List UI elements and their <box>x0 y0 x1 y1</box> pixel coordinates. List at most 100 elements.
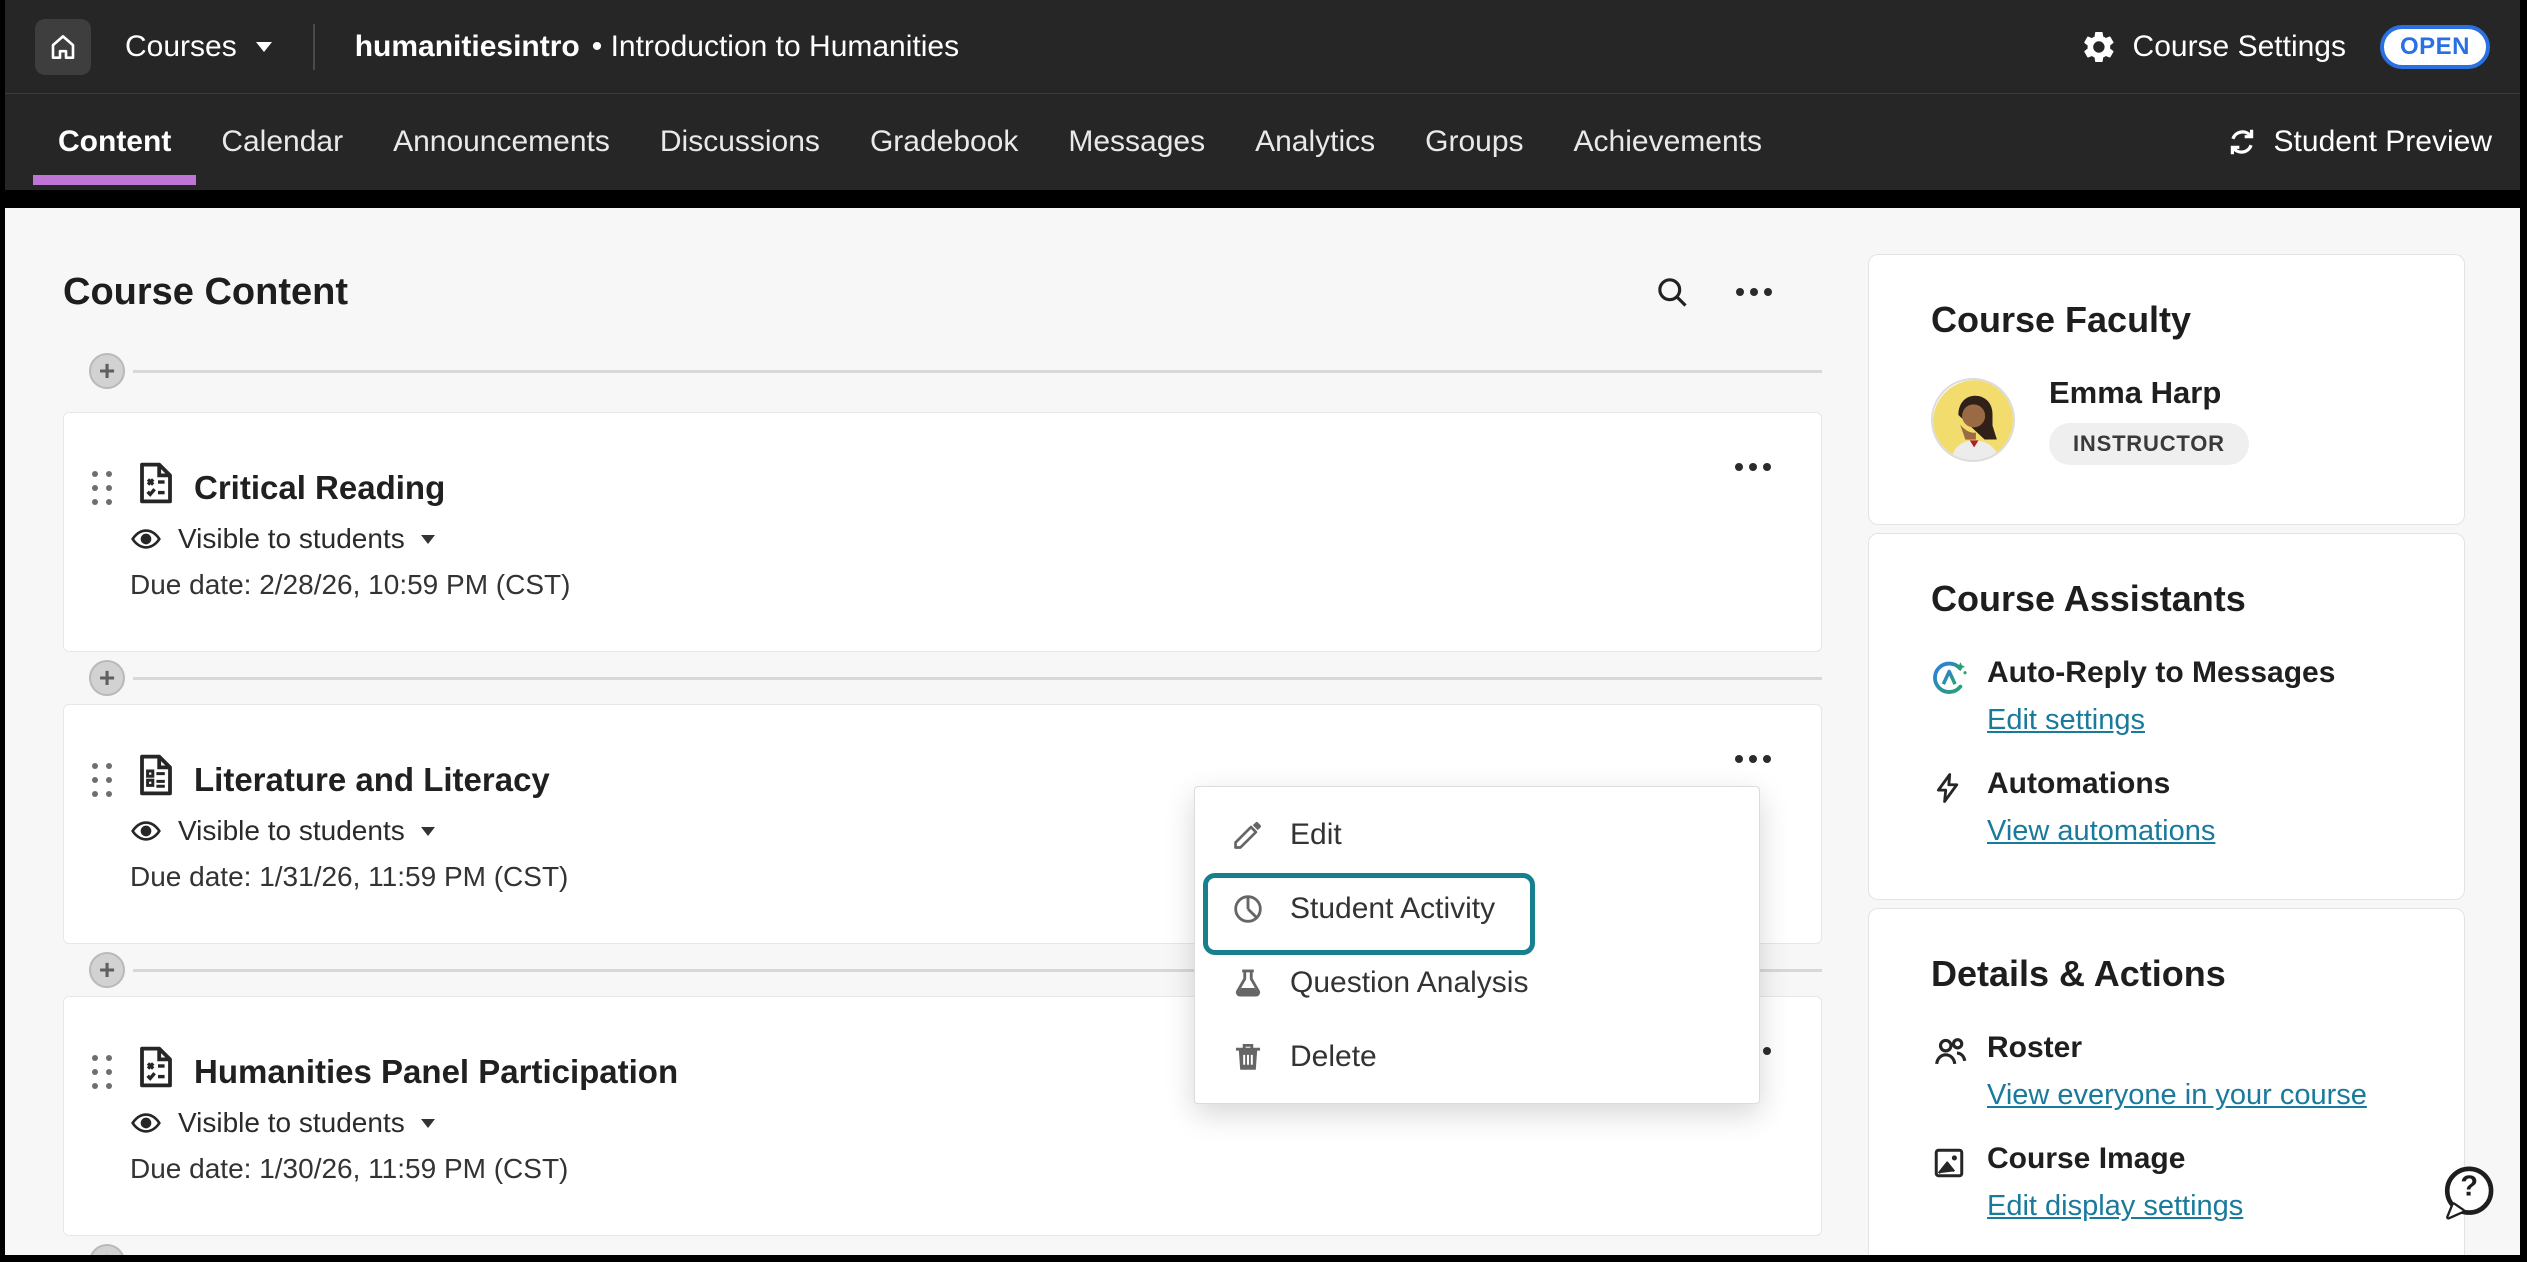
detail-roster: Roster View everyone in your course <box>1931 1031 2402 1112</box>
home-button[interactable] <box>35 19 91 75</box>
section-heading: Details & Actions <box>1931 953 2402 995</box>
course-faculty-section: Course Faculty Emma Harp INSTRUCTOR <box>1868 254 2465 525</box>
open-status-badge: OPEN <box>2380 25 2490 69</box>
courses-label: Courses <box>125 30 237 64</box>
tab-calendar[interactable]: Calendar <box>196 94 368 190</box>
add-content-button[interactable]: + <box>89 1244 125 1255</box>
drag-handle[interactable] <box>92 1055 112 1089</box>
tab-gradebook[interactable]: Gradebook <box>845 94 1043 190</box>
tab-achievements[interactable]: Achievements <box>1549 94 1787 190</box>
visibility-dropdown[interactable]: Visible to students <box>130 815 435 847</box>
chevron-down-icon <box>255 41 273 53</box>
tab-discussions[interactable]: Discussions <box>635 94 845 190</box>
view-automations-link[interactable]: View automations <box>1987 815 2215 848</box>
caret-down-icon <box>421 535 435 544</box>
section-heading: Course Faculty <box>1931 299 2402 341</box>
content-card-critical-reading: Critical Reading Visible to students Due… <box>63 412 1822 652</box>
eye-icon <box>130 527 162 551</box>
courses-menu[interactable]: Courses <box>125 30 273 64</box>
tab-groups[interactable]: Groups <box>1400 94 1548 190</box>
roster-people-icon <box>1931 1031 1967 1112</box>
tab-announcements[interactable]: Announcements <box>368 94 635 190</box>
item-options-button[interactable] <box>1735 463 1771 471</box>
document-icon <box>132 751 180 804</box>
content-item-title[interactable]: Humanities Panel Participation <box>194 1053 678 1091</box>
edit-settings-link[interactable]: Edit settings <box>1987 704 2145 737</box>
course-title: • Introduction to Humanities <box>592 30 959 64</box>
pencil-icon <box>1231 818 1265 852</box>
help-icon: ? <box>2438 1163 2498 1223</box>
avatar <box>1931 378 2015 462</box>
topbar-right: Course Settings OPEN <box>2081 25 2490 69</box>
course-nav: Content Calendar Announcements Discussio… <box>5 93 2520 190</box>
student-preview-icon <box>2226 126 2258 158</box>
search-button[interactable] <box>1654 274 1690 310</box>
tab-messages[interactable]: Messages <box>1043 94 1230 190</box>
due-date: Due date: 1/31/26, 11:59 PM (CST) <box>130 861 568 893</box>
faculty-name: Emma Harp <box>2049 375 2249 411</box>
lightning-icon <box>1931 767 1967 848</box>
svg-text:?: ? <box>2460 1170 2478 1202</box>
add-content-button[interactable]: + <box>89 353 125 389</box>
section-heading: Course Assistants <box>1931 578 2402 620</box>
visibility-dropdown[interactable]: Visible to students <box>130 1107 435 1139</box>
tab-content[interactable]: Content <box>33 94 196 190</box>
caret-down-icon <box>421 1119 435 1128</box>
assistant-auto-reply: Auto-Reply to Messages Edit settings <box>1931 656 2402 737</box>
due-date: Due date: 2/28/26, 10:59 PM (CST) <box>130 569 570 601</box>
course-settings-button[interactable]: Course Settings <box>2081 29 2346 65</box>
role-badge: INSTRUCTOR <box>2049 423 2249 465</box>
flask-icon <box>1231 966 1265 1000</box>
details-actions-section: Details & Actions Roster View everyone i… <box>1868 908 2465 1255</box>
add-content-button[interactable]: + <box>89 952 125 988</box>
course-sidebar: Course Faculty Emma Harp INSTRUCTOR Cour… <box>1868 254 2465 1255</box>
assessment-icon <box>132 1043 180 1096</box>
detail-title: Roster <box>1987 1031 2367 1065</box>
content-area: Course Content + Critical Reading <box>5 208 2520 1255</box>
nav-bottom-strip <box>5 190 2520 208</box>
course-content-options-button[interactable] <box>1736 288 1772 296</box>
eye-icon <box>130 819 162 843</box>
drag-handle[interactable] <box>92 763 112 797</box>
search-icon <box>1654 274 1690 310</box>
visibility-dropdown[interactable]: Visible to students <box>130 523 435 555</box>
item-context-menu: Edit Student Activity Question Analysis … <box>1194 786 1760 1104</box>
content-item-title[interactable]: Literature and Literacy <box>194 761 550 799</box>
add-content-button[interactable]: + <box>89 660 125 696</box>
help-button[interactable]: ? <box>2438 1163 2498 1223</box>
menu-item-student-activity[interactable]: Student Activity <box>1195 872 1759 946</box>
breadcrumb: humanitiesintro • Introduction to Humani… <box>355 30 959 64</box>
course-id: humanitiesintro <box>355 30 580 64</box>
edit-display-settings-link[interactable]: Edit display settings <box>1987 1190 2243 1223</box>
topbar-divider <box>313 24 315 70</box>
assistant-title: Automations <box>1987 767 2215 801</box>
content-item-title[interactable]: Critical Reading <box>194 469 445 507</box>
eye-icon <box>130 1111 162 1135</box>
assessment-icon <box>132 459 180 512</box>
due-date: Due date: 1/30/26, 11:59 PM (CST) <box>130 1153 568 1185</box>
assistant-automations: Automations View automations <box>1931 767 2402 848</box>
course-assistants-section: Course Assistants Auto-Reply to Messages… <box>1868 533 2465 900</box>
course-image-icon <box>1931 1142 1967 1223</box>
gear-icon <box>2081 29 2117 65</box>
tab-analytics[interactable]: Analytics <box>1230 94 1400 190</box>
home-icon <box>48 32 78 62</box>
student-preview-label: Student Preview <box>2274 125 2492 159</box>
view-everyone-link[interactable]: View everyone in your course <box>1987 1079 2367 1112</box>
item-options-button[interactable] <box>1735 755 1771 763</box>
trash-icon <box>1231 1040 1265 1074</box>
top-bar: Courses humanitiesintro • Introduction t… <box>5 0 2520 93</box>
assistant-title: Auto-Reply to Messages <box>1987 656 2335 690</box>
pie-chart-icon <box>1231 892 1265 926</box>
course-settings-label: Course Settings <box>2133 30 2346 64</box>
menu-item-delete[interactable]: Delete <box>1195 1020 1759 1094</box>
detail-title: Course Image <box>1987 1142 2243 1176</box>
app-window: Courses humanitiesintro • Introduction t… <box>5 0 2520 1255</box>
menu-item-question-analysis[interactable]: Question Analysis <box>1195 946 1759 1020</box>
ai-assistant-icon <box>1931 656 1967 737</box>
drag-handle[interactable] <box>92 471 112 505</box>
menu-item-edit[interactable]: Edit <box>1195 798 1759 872</box>
student-preview-button[interactable]: Student Preview <box>2226 94 2492 190</box>
page-title: Course Content <box>63 271 348 314</box>
caret-down-icon <box>421 827 435 836</box>
